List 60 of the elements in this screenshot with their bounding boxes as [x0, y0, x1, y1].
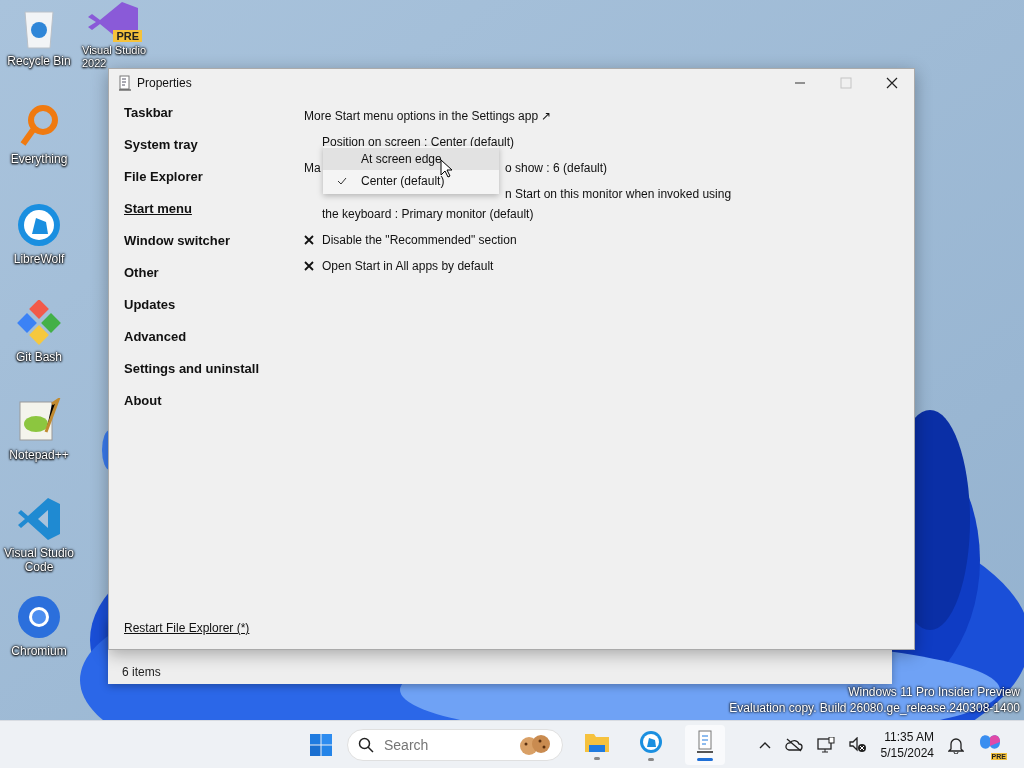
taskbar-app[interactable]: [685, 725, 725, 765]
menu-item[interactable]: At screen edge: [323, 148, 499, 170]
desktop-icon-label: Recycle Bin: [7, 54, 71, 68]
menu-item[interactable]: Center (default): [323, 170, 499, 192]
setting-option-text: the keyboard : Primary monitor (default): [321, 206, 534, 223]
restart-link[interactable]: Restart File Explorer (*): [124, 621, 250, 635]
clock-time[interactable]: 11:35 AM: [884, 729, 934, 745]
search-icon: [358, 737, 374, 753]
nav-item[interactable]: About: [124, 391, 162, 410]
windows-logo-icon[interactable]: [309, 733, 333, 757]
speaker-muted-icon[interactable]: [848, 737, 867, 753]
colored-tiles-icon[interactable]: [16, 300, 62, 346]
desktop-icon-label: Visual Studio: [82, 44, 146, 57]
maximize-icon: [840, 77, 852, 89]
desktop-icon-label: Everything: [10, 152, 68, 166]
nav-item[interactable]: System tray: [124, 135, 198, 154]
close-icon[interactable]: [886, 77, 898, 89]
setting-option-text: o show : 6 (default): [505, 160, 608, 177]
desktop-icon-label: Notepad++: [9, 448, 69, 462]
cloud-icon[interactable]: [784, 738, 803, 752]
search-bar[interactable]: Search: [347, 729, 563, 761]
nav-item[interactable]: Taskbar: [124, 103, 173, 122]
app-icon: [119, 75, 131, 91]
nav-item[interactable]: Other: [124, 263, 159, 282]
nav-item[interactable]: Window switcher: [124, 231, 231, 250]
document-icon: [696, 729, 714, 754]
desktop-icon-label: Chromium: [11, 644, 67, 658]
setting-option-text: Ma: [304, 160, 321, 177]
window-title: Properties: [137, 76, 192, 90]
bell-icon[interactable]: [948, 736, 964, 754]
setting-option[interactable]: Disable the "Recommended" section: [322, 227, 517, 253]
notepad-icon[interactable]: [16, 398, 62, 444]
desktop-icon-label: 2022: [82, 57, 107, 70]
running-indicator: [697, 757, 713, 761]
desktop-icon-label: Git Bash: [16, 350, 62, 364]
setting-option-text: n Start on this monitor when invoked using: [505, 186, 732, 203]
pre-badge: PRE: [113, 30, 142, 42]
nav-item[interactable]: Start menu: [124, 199, 192, 218]
nav-item[interactable]: Advanced: [124, 327, 187, 346]
status-bar-text: 6 items: [121, 665, 161, 681]
monitor-icon[interactable]: [816, 737, 835, 753]
nav-item[interactable]: Updates: [124, 295, 176, 314]
running-indicator: [594, 756, 600, 760]
browser-icon[interactable]: [16, 594, 62, 640]
cross-icon[interactable]: [304, 235, 314, 245]
nav-item[interactable]: Settings and uninstall: [124, 359, 260, 378]
desktop-icon-label: Code: [24, 560, 54, 574]
cross-icon[interactable]: [304, 261, 314, 271]
wolf-icon[interactable]: [16, 202, 62, 248]
settings-link[interactable]: More Start menu options in the Settings app ↗: [304, 103, 552, 129]
chevron-up-icon[interactable]: [758, 741, 771, 749]
search-input[interactable]: Search: [382, 736, 510, 754]
wolf-icon: [639, 729, 663, 754]
clock-date[interactable]: 5/15/2024: [880, 745, 934, 761]
nav-item[interactable]: File Explorer: [124, 167, 203, 186]
cookies-icon: [518, 734, 552, 756]
desktop-icon-label: Visual Studio: [4, 546, 74, 560]
running-indicator: [648, 757, 654, 761]
desktop-icon-label: LibreWolf: [13, 252, 65, 266]
setting-option[interactable]: Open Start in All apps by default: [322, 253, 494, 279]
